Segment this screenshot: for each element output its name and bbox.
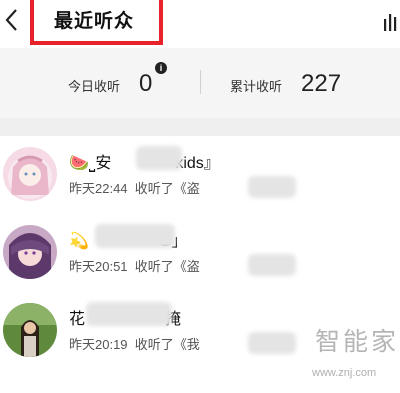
title-highlight-box: 最近听众 [30,0,163,45]
today-listen-label: 今日收听 [68,79,121,94]
listen-record: 昨天22:44 收听了《盗 [69,181,200,196]
listen-record: 昨天20:51 收听了《盗 [69,259,200,274]
listen-record: 昨天20:19 收听了《我 [69,337,200,352]
total-listen-value: 227 [301,70,342,97]
avatar[interactable] [3,225,57,279]
page-title: 最近听众 [54,11,135,32]
section-separator [0,118,400,136]
blurred-name [86,302,172,326]
total-listen-label: 累计收听 [230,79,283,94]
listen-stats: 今日收听 0 i 累计收听 227 [0,48,400,118]
info-icon[interactable]: i [155,62,167,74]
bar-chart-icon[interactable] [383,13,397,31]
avatar[interactable] [3,147,57,201]
watermark-text: 智能家 [315,328,400,356]
blurred-name [136,146,182,170]
watermark-url: www.znj.com [312,367,377,379]
list-item[interactable]: 🍉⎵安 kids』 昨天22:44 收听了《盗 [0,136,400,214]
blurred-name [95,224,175,248]
blurred-program [248,176,296,198]
blurred-program [248,332,296,354]
list-item[interactable]: 💫G」 昨天20:51 收听了《盗 [0,214,400,292]
chevron-left-icon[interactable] [2,4,22,36]
today-listen-value: 0 [139,70,153,97]
stats-divider [200,70,201,94]
top-bar: 最近听众 [0,0,400,48]
avatar[interactable] [3,303,57,357]
watermark: 智能家 www.znj.com [290,320,400,393]
blurred-program [248,254,296,276]
